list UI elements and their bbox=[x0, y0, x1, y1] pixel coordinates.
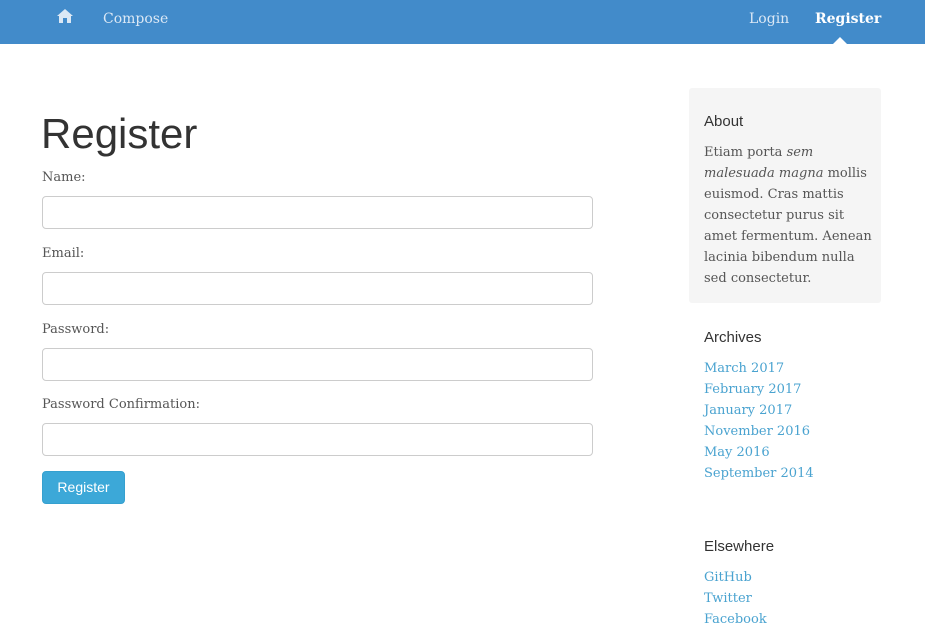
password-confirmation-label: Password Confirmation: bbox=[42, 397, 200, 412]
nav-login-link[interactable]: Login bbox=[749, 11, 789, 27]
archive-link[interactable]: May 2016 bbox=[704, 445, 770, 460]
archive-link[interactable]: November 2016 bbox=[704, 424, 810, 439]
list-item: January 2017 bbox=[704, 400, 814, 421]
archive-link[interactable]: March 2017 bbox=[704, 361, 784, 376]
top-navbar: Compose Login Register bbox=[0, 0, 925, 44]
email-label: Email: bbox=[42, 246, 85, 261]
archives-list: March 2017 February 2017 January 2017 No… bbox=[704, 358, 814, 484]
about-heading: About bbox=[704, 113, 744, 130]
github-link[interactable]: GitHub bbox=[704, 570, 752, 585]
elsewhere-heading: Elsewhere bbox=[704, 538, 775, 555]
nav-compose-link[interactable]: Compose bbox=[103, 11, 168, 27]
name-input[interactable] bbox=[42, 196, 593, 229]
archive-link[interactable]: February 2017 bbox=[704, 382, 801, 397]
list-item: May 2016 bbox=[704, 442, 814, 463]
page-title: Register bbox=[41, 110, 198, 157]
archives-heading: Archives bbox=[704, 329, 762, 346]
list-item: March 2017 bbox=[704, 358, 814, 379]
archive-link[interactable]: September 2014 bbox=[704, 466, 814, 481]
password-input[interactable] bbox=[42, 348, 593, 381]
about-text: Etiam porta sem malesuada magna mollis e… bbox=[704, 142, 874, 289]
list-item: Twitter bbox=[704, 588, 767, 609]
nav-register-link[interactable]: Register bbox=[815, 11, 881, 27]
archive-link[interactable]: January 2017 bbox=[704, 403, 792, 418]
twitter-link[interactable]: Twitter bbox=[704, 591, 752, 606]
name-label: Name: bbox=[42, 170, 86, 185]
password-confirmation-input[interactable] bbox=[42, 423, 593, 456]
home-icon[interactable] bbox=[56, 8, 74, 24]
email-input[interactable] bbox=[42, 272, 593, 305]
list-item: GitHub bbox=[704, 567, 767, 588]
list-item: November 2016 bbox=[704, 421, 814, 442]
about-text-start: Etiam porta bbox=[704, 145, 787, 160]
register-button[interactable]: Register bbox=[42, 471, 125, 504]
active-indicator-caret bbox=[833, 37, 847, 44]
list-item: Facebook bbox=[704, 609, 767, 629]
facebook-link[interactable]: Facebook bbox=[704, 612, 767, 627]
list-item: February 2017 bbox=[704, 379, 814, 400]
list-item: September 2014 bbox=[704, 463, 814, 484]
elsewhere-list: GitHub Twitter Facebook bbox=[704, 567, 767, 629]
password-label: Password: bbox=[42, 322, 110, 337]
about-text-end: mollis euismod. Cras mattis consectetur … bbox=[704, 166, 872, 286]
